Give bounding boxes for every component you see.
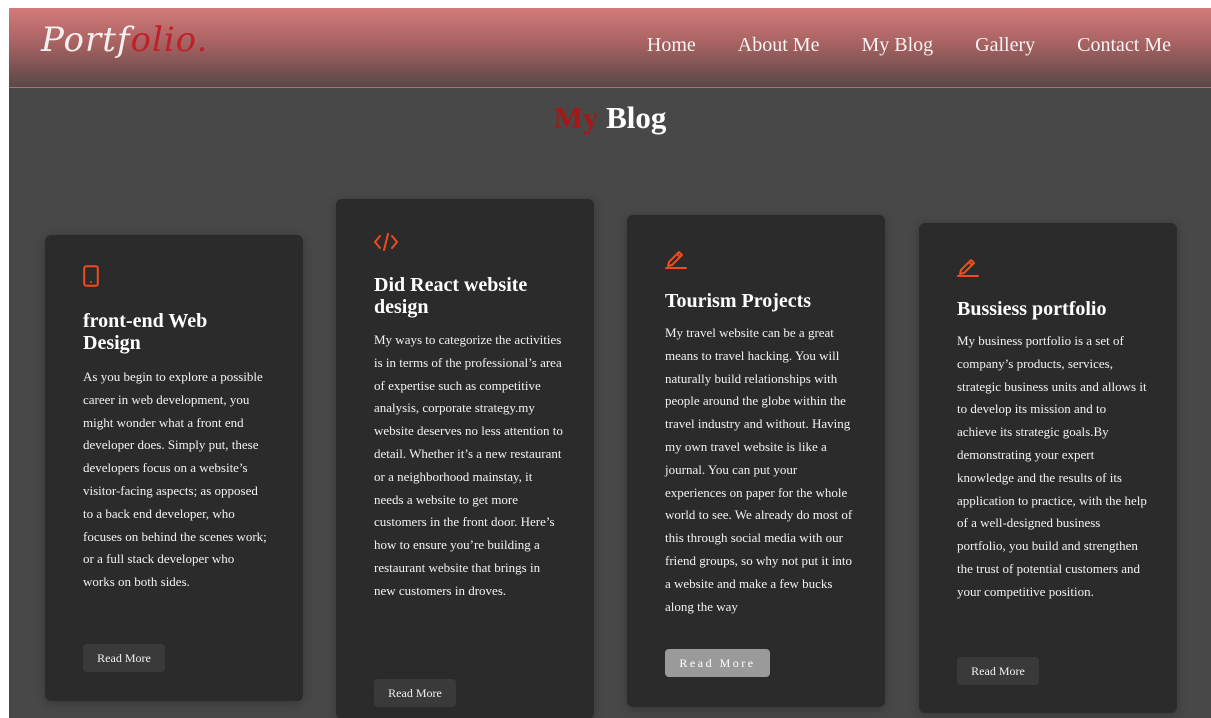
card-text: My travel website can be a great means t…	[665, 325, 853, 614]
site-logo[interactable]: Portfolio.	[41, 20, 208, 60]
code-icon	[374, 233, 398, 251]
blog-card-1: front-end Web Design As you begin to exp…	[45, 235, 303, 701]
logo-part-1: Portf	[41, 20, 131, 60]
main-menu: Home About Me My Blog Gallery Contact Me	[647, 34, 1171, 57]
pencil-icon	[957, 255, 979, 277]
blog-card-3: Tourism Projects My travel website can b…	[627, 215, 885, 707]
card-title: front-end Web Design	[83, 310, 208, 354]
page-title-accent: My	[553, 100, 599, 135]
nav-about-me[interactable]: About Me	[738, 34, 820, 57]
card-title: Bussiess portfolio	[957, 298, 1107, 320]
nav-gallery[interactable]: Gallery	[975, 34, 1035, 57]
nav-contact-me[interactable]: Contact Me	[1077, 34, 1171, 57]
logo-part-2: olio.	[130, 20, 209, 60]
page-title: My Blog	[9, 100, 1211, 136]
card-title: Did React website design	[374, 274, 528, 318]
blog-card-4: Bussiess portfolio My business portfolio…	[919, 223, 1177, 713]
read-more-button[interactable]: Read More	[83, 644, 165, 672]
card-text: My business portfolio is a set of compan…	[957, 333, 1147, 599]
read-more-button[interactable]: Read More	[957, 657, 1039, 685]
page-title-rest: Blog	[606, 100, 667, 135]
page-frame: Portfolio. Home About Me My Blog Gallery…	[9, 8, 1211, 718]
nav-my-blog[interactable]: My Blog	[861, 34, 933, 57]
top-navbar: Portfolio. Home About Me My Blog Gallery…	[9, 8, 1211, 88]
read-more-button[interactable]: Read More	[665, 649, 770, 677]
card-text: My ways to categorize the activities is …	[374, 332, 563, 598]
pencil-icon	[665, 247, 687, 269]
card-title: Tourism Projects	[665, 290, 812, 312]
read-more-button[interactable]: Read More	[374, 679, 456, 707]
mobile-icon	[83, 265, 99, 287]
blog-card-2: Did React website design My ways to cate…	[336, 199, 594, 718]
card-text: As you begin to explore a possible caree…	[83, 369, 267, 590]
nav-home[interactable]: Home	[647, 34, 696, 57]
